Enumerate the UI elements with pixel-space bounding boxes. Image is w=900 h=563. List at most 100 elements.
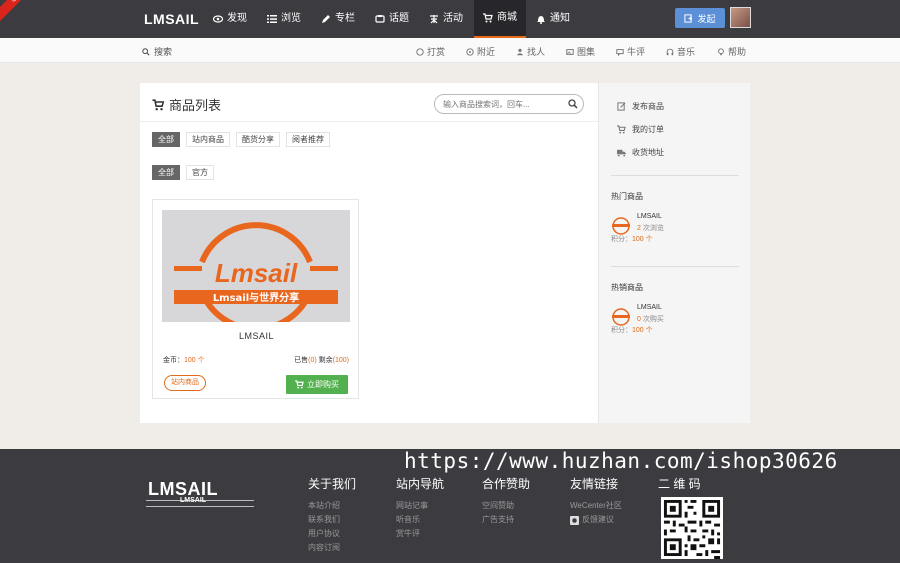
cart-icon	[617, 125, 626, 134]
nav-label: 浏览	[281, 13, 301, 24]
product-info: 金币：100 个 已售(0) 剩余(100)	[163, 355, 349, 365]
stock-value: (100)	[332, 357, 349, 364]
topic-icon	[375, 15, 385, 23]
buy-label: 立即购买	[307, 380, 339, 389]
sub-item-people[interactable]: 找人	[516, 45, 545, 58]
buys-unit: 次购买	[642, 316, 664, 323]
filter-official[interactable]: 官方	[186, 165, 214, 180]
hot-product-name[interactable]: LMSAIL	[637, 213, 662, 220]
product-card[interactable]: Lmsail Lmsail与世界分享 LMSAIL 金币：100 个 已售(0)…	[152, 199, 359, 399]
footer-link[interactable]: 本站介绍	[308, 499, 356, 513]
product-search-input[interactable]	[443, 99, 563, 109]
price-value: 100 个	[184, 357, 205, 364]
sidebar-my-orders[interactable]: 我的订单	[617, 124, 664, 135]
sidebar-link-label: 发布商品	[632, 102, 664, 111]
footer-link[interactable]: 广告支持	[482, 513, 530, 527]
top-nav: LMSAIL 发现 浏览 专栏 话题 活动 商城 通知 发起	[0, 0, 900, 38]
sidebar-link-label: 收货地址	[632, 148, 664, 157]
qr-code-icon	[661, 497, 723, 559]
sidebar-publish-product[interactable]: 发布商品	[617, 101, 664, 112]
footer-col-title: 关于我们	[308, 477, 357, 491]
logo-banner-text: Lmsail与世界分享	[213, 291, 299, 304]
site-logo[interactable]: LMSAIL	[144, 11, 199, 27]
product-thumb-logo	[612, 308, 630, 326]
points-value: 100 个	[632, 236, 653, 243]
sub-item-help[interactable]: 帮助	[717, 45, 746, 58]
sub-item-music[interactable]: 音乐	[666, 45, 695, 58]
price-label: 金币：	[163, 357, 184, 364]
sidebar-shipping-address[interactable]: 收货地址	[617, 147, 664, 158]
footer-link[interactable]: 内容订阅	[308, 541, 356, 555]
sub-item-gallery[interactable]: 图集	[566, 45, 595, 58]
sub-item-label: 图集	[577, 47, 596, 57]
nav-discover[interactable]: 发现	[207, 0, 253, 38]
buys-count: 0	[637, 316, 641, 323]
nav-notify[interactable]: 通知	[530, 0, 576, 38]
eye-icon	[213, 15, 223, 23]
footer-link[interactable]: 空间赞助	[482, 499, 530, 513]
pen-icon	[322, 15, 330, 23]
cart-icon	[295, 380, 304, 389]
sidebar: 发布商品 我的订单 收货地址 热门商品 LMSAIL 2 次浏览 积分：100 …	[598, 83, 750, 423]
filter-all-source[interactable]: 全部	[152, 165, 180, 180]
filter-reader-pick[interactable]: 阅者推荐	[286, 132, 330, 147]
hot-product-points: 积分：100 个	[611, 234, 653, 244]
sub-item-tip[interactable]: 打赏	[416, 45, 445, 58]
footer-link[interactable]: WeCenter社区	[570, 499, 622, 513]
sub-nav: 搜索 打赏 附近 找人 图集 牛评 音乐 帮助	[0, 38, 900, 63]
feedback-icon	[570, 515, 579, 525]
best-selling-name[interactable]: LMSAIL	[637, 304, 662, 311]
sub-item-label: 打赏	[427, 47, 446, 57]
best-selling-heading: 热销商品	[611, 283, 643, 292]
nav-label: 通知	[550, 13, 570, 24]
cart-icon	[483, 13, 493, 23]
sub-item-label: 附近	[477, 47, 496, 57]
corner-ribbon: 家	[0, 0, 22, 22]
truck-icon	[617, 149, 626, 157]
footer-link-label: 反馈建议	[582, 515, 614, 524]
product-name[interactable]: LMSAIL	[153, 331, 360, 341]
launch-label: 发起	[697, 13, 716, 24]
sub-search[interactable]: 搜索	[142, 45, 172, 58]
sub-item-review[interactable]: 牛评	[616, 45, 645, 58]
activity-icon	[430, 15, 438, 24]
coin-icon	[416, 47, 424, 56]
user-avatar[interactable]	[730, 7, 751, 28]
filter-site-products[interactable]: 站内商品	[186, 132, 230, 147]
hot-product-item[interactable]: LMSAIL 2 次浏览 积分：100 个	[611, 213, 741, 249]
sold-value: (0)	[308, 357, 317, 364]
list-icon	[267, 15, 277, 23]
footer-link[interactable]: 听音乐	[396, 513, 444, 527]
cart-icon	[152, 98, 165, 110]
nav-label: 话题	[389, 13, 409, 24]
launch-button[interactable]: 发起	[675, 8, 725, 28]
footer-link[interactable]: 用户协议	[308, 527, 356, 541]
search-icon[interactable]	[568, 99, 578, 109]
nav-topic[interactable]: 话题	[369, 0, 415, 38]
sub-search-label: 搜索	[154, 47, 173, 57]
buy-now-button[interactable]: 立即购买	[286, 375, 348, 394]
product-image[interactable]: Lmsail Lmsail与世界分享	[162, 210, 350, 322]
nav-mall[interactable]: 商城	[474, 0, 526, 38]
nav-browse[interactable]: 浏览	[261, 0, 307, 38]
sub-item-label: 帮助	[728, 47, 747, 57]
sub-item-nearby[interactable]: 附近	[466, 45, 495, 58]
views-count: 2	[637, 225, 641, 232]
footer-col-about: 关于我们 本站介绍 联系我们 用户协议 内容订阅	[308, 475, 356, 555]
footer-link-feedback[interactable]: 反馈建议	[570, 513, 622, 527]
category-filters: 全部 站内商品 酷货分享 阅者推荐	[152, 132, 330, 147]
footer-link[interactable]: 赏牛评	[396, 527, 444, 541]
bulb-icon	[718, 47, 724, 55]
best-selling-item[interactable]: LMSAIL 0 次购买 积分：100 个	[611, 304, 741, 340]
location-icon	[466, 47, 474, 56]
footer-link[interactable]: 联系我们	[308, 513, 356, 527]
filter-cool-share[interactable]: 酷货分享	[236, 132, 280, 147]
footer-link[interactable]: 网站记事	[396, 499, 444, 513]
nav-column[interactable]: 专栏	[315, 0, 361, 38]
filter-all[interactable]: 全部	[152, 132, 180, 147]
views-unit: 次浏览	[642, 225, 664, 232]
nav-activity[interactable]: 活动	[423, 0, 469, 38]
points-label: 积分：	[611, 236, 632, 243]
hot-products-heading: 热门商品	[611, 192, 643, 201]
site-product-tag[interactable]: 站内商品	[164, 375, 206, 391]
